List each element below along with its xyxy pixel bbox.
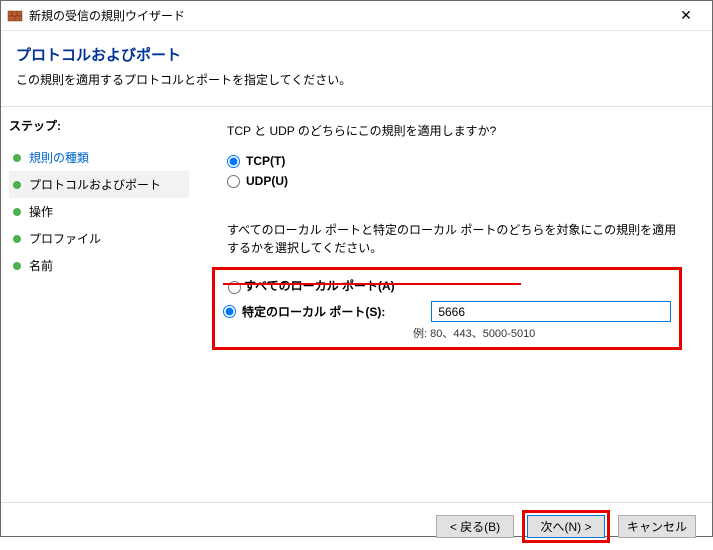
bullet-icon (13, 154, 21, 162)
strike-line (223, 283, 521, 285)
titlebar: 新規の受信の規則ウイザード ✕ (1, 1, 712, 31)
wizard-body: ステップ: 規則の種類 プロトコルおよびポート 操作 プロファイル 名前 TCP… (1, 107, 712, 502)
radio-specific-ports[interactable] (223, 305, 236, 318)
step-profile[interactable]: プロファイル (9, 225, 189, 252)
step-label: 操作 (29, 203, 53, 220)
next-button-highlight: 次へ(N) > (522, 510, 610, 543)
steps-heading: ステップ: (9, 117, 189, 134)
firewall-icon (7, 8, 23, 24)
step-rule-type[interactable]: 規則の種類 (9, 144, 189, 171)
page-subtitle: この規則を適用するプロトコルとポートを指定してください。 (16, 71, 697, 88)
step-protocol-port[interactable]: プロトコルおよびポート (9, 171, 189, 198)
sidebar: ステップ: 規則の種類 プロトコルおよびポート 操作 プロファイル 名前 (1, 107, 197, 502)
bullet-icon (13, 235, 21, 243)
radio-all-ports-row[interactable]: すべてのローカル ポート(A) (223, 276, 671, 295)
bullet-icon (13, 262, 21, 270)
question-ports: すべてのローカル ポートと特定のローカル ポートのどちらを対象にこの規則を適用す… (227, 221, 682, 257)
step-label: 名前 (29, 257, 53, 274)
step-name[interactable]: 名前 (9, 252, 189, 279)
radio-specific-ports-label: 特定のローカル ポート(S): (242, 303, 385, 320)
radio-tcp-label: TCP(T) (246, 154, 285, 168)
step-label: 規則の種類 (29, 149, 89, 166)
radio-udp[interactable] (227, 175, 240, 188)
radio-tcp[interactable] (227, 155, 240, 168)
port-selection-highlight: すべてのローカル ポート(A) 特定のローカル ポート(S): 例: 80、44… (212, 267, 682, 350)
port-input[interactable] (431, 301, 671, 322)
next-button[interactable]: 次へ(N) > (527, 515, 605, 538)
step-label: プロファイル (29, 230, 101, 247)
radio-all-ports-label: すべてのローカル ポート(A) (244, 277, 395, 294)
radio-udp-label: UDP(U) (246, 174, 288, 188)
window-title: 新規の受信の規則ウイザード (29, 7, 666, 24)
back-button[interactable]: < 戻る(B) (436, 515, 514, 538)
step-label: プロトコルおよびポート (29, 176, 161, 193)
step-action[interactable]: 操作 (9, 198, 189, 225)
wizard-footer: < 戻る(B) 次へ(N) > キャンセル (1, 502, 712, 550)
bullet-icon (13, 181, 21, 189)
radio-specific-ports-row[interactable]: 特定のローカル ポート(S): (223, 301, 671, 322)
bullet-icon (13, 208, 21, 216)
close-button[interactable]: ✕ (666, 7, 706, 24)
port-example: 例: 80、443、5000-5010 (413, 325, 671, 341)
content-panel: TCP と UDP のどちらにこの規則を適用しますか? TCP(T) UDP(U… (197, 107, 712, 502)
wizard-header: プロトコルおよびポート この規則を適用するプロトコルとポートを指定してください。 (1, 31, 712, 106)
radio-tcp-row[interactable]: TCP(T) (227, 151, 682, 171)
cancel-button[interactable]: キャンセル (618, 515, 696, 538)
question-protocol: TCP と UDP のどちらにこの規則を適用しますか? (227, 122, 682, 139)
page-title: プロトコルおよびポート (16, 44, 697, 65)
radio-udp-row[interactable]: UDP(U) (227, 171, 682, 191)
